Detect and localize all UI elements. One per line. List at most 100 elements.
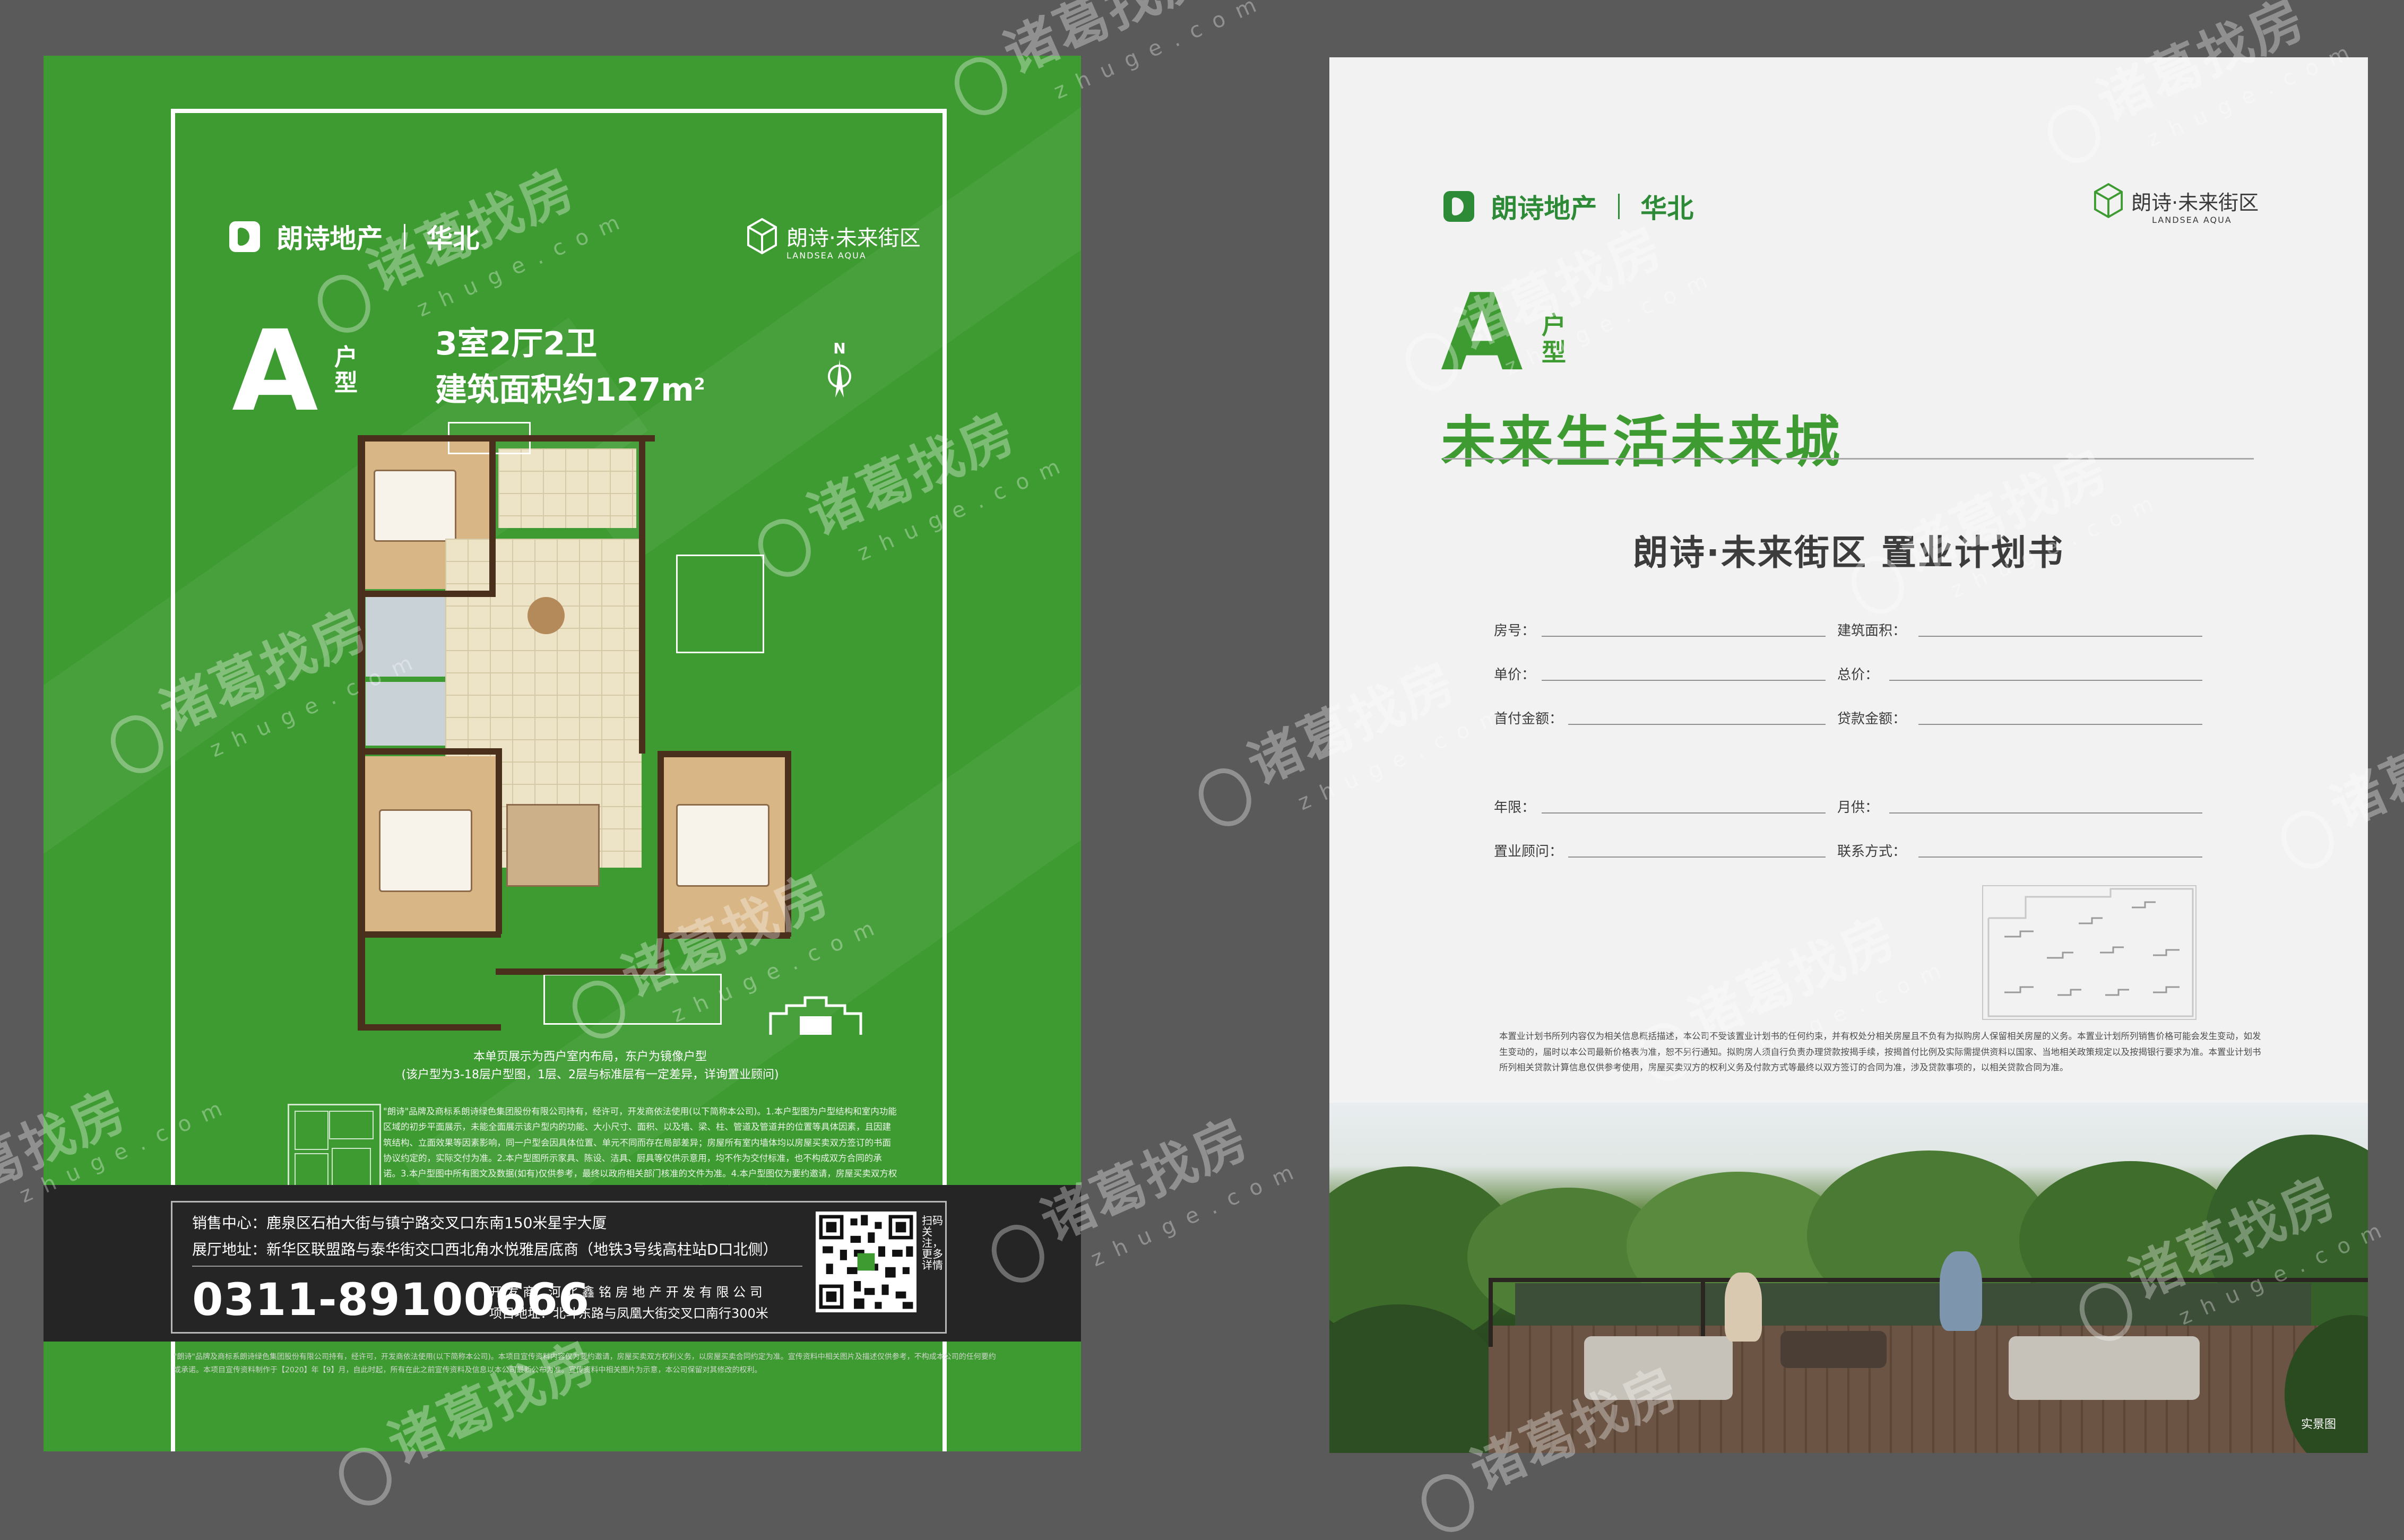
landsea-logo-icon xyxy=(1443,191,1474,222)
wall xyxy=(496,748,502,934)
field-total-price[interactable] xyxy=(1889,680,2202,681)
field-consultant[interactable] xyxy=(1568,856,1826,858)
project-name: 朗诗·未来街区 xyxy=(786,226,921,250)
dining-table xyxy=(528,597,565,634)
wall xyxy=(658,932,790,939)
railing-post xyxy=(1489,1278,1493,1347)
qr-caption: 扫码关注，更多详情 xyxy=(922,1214,943,1271)
floor-area: 建筑面积约127m xyxy=(435,371,694,409)
field-label-floor-area: 建筑面积： xyxy=(1837,623,1907,639)
balcony-south xyxy=(543,974,722,1025)
field-monthly-payment[interactable] xyxy=(1889,812,2202,814)
wall xyxy=(658,751,790,757)
watermark-domain: zhuge.com xyxy=(1087,1155,1309,1271)
building-position-icon xyxy=(769,996,862,1035)
wall xyxy=(489,435,496,594)
brand-logo: 朗诗地产 华北 xyxy=(1443,187,1693,226)
field-label-total-price: 总价： xyxy=(1837,667,1879,683)
field-floor-area[interactable] xyxy=(1918,636,2202,637)
brand-name: 朗诗地产 xyxy=(1491,193,1597,224)
purchase-plan-flyer: 朗诗地产 华北 朗诗·未来街区 LANDSEA AQUA A 户型 未来生活未来… xyxy=(1329,57,2368,1453)
project-english-name: LANDSEA AQUA xyxy=(2152,215,2232,225)
bathroom xyxy=(366,682,445,746)
field-label-monthly-payment: 月供： xyxy=(1837,800,1879,816)
bed xyxy=(676,804,769,887)
watermark-logo-icon xyxy=(1190,760,1260,835)
legal-footer: "朗诗"品牌及商标系朗诗绿色集团股份有限公司持有，经许可，开发商依法使用(以下简… xyxy=(174,1353,996,1374)
area-unit-superscript: 2 xyxy=(694,375,705,394)
lake xyxy=(1515,1283,2311,1331)
outdoor-sofa xyxy=(1584,1336,1733,1400)
project-name: 朗诗·未来街区 xyxy=(2131,191,2259,214)
foreground-shrub xyxy=(1329,1304,1510,1453)
region-name: 华北 xyxy=(426,223,480,254)
room-count: 3室2厅2卫 xyxy=(435,325,598,362)
photo-tag: 实景图 xyxy=(2301,1418,2336,1431)
project-logo: 朗诗·未来街区 LANDSEA AQUA xyxy=(2094,182,2259,225)
kitchen xyxy=(498,448,636,528)
compass-icon xyxy=(828,359,851,397)
sales-center-address: 销售中心：鹿泉区石柏大街与镇宁路交叉口东南150米星宇大厦 xyxy=(192,1214,607,1232)
unit-spec: 3室2厅2卫 建筑面积约127m2 xyxy=(435,321,705,413)
mini-room xyxy=(329,1111,374,1139)
person xyxy=(1725,1273,1762,1342)
watermark-logo-icon xyxy=(1413,1466,1483,1540)
wall xyxy=(358,435,655,442)
wall xyxy=(785,751,791,937)
cube-icon xyxy=(747,218,777,255)
field-label-loan-amount: 贷款金额： xyxy=(1837,711,1907,727)
unit-letter: A xyxy=(1441,271,1523,395)
divider xyxy=(1443,458,2254,460)
wall xyxy=(658,751,664,974)
qr-code-icon[interactable] xyxy=(816,1212,916,1312)
landsea-logo-icon xyxy=(229,221,260,252)
coffee-table xyxy=(1780,1331,1887,1368)
floor-plan-flyer: 朗诗地产 华北 朗诗·未来街区 LANDSEA AQUA A 户型 3室2厅2卫… xyxy=(44,56,1081,1451)
divider xyxy=(1618,194,1620,219)
floor-plan-note: 本单页展示为西户室内布局，东户为镜像户型 (该户型为3-18层户型图，1层、2层… xyxy=(351,1048,829,1084)
outdoor-sofa xyxy=(2009,1336,2200,1400)
field-loan-term[interactable] xyxy=(1542,812,1826,814)
mini-room xyxy=(295,1111,328,1150)
project-logo: 朗诗·未来街区 LANDSEA AQUA xyxy=(747,218,921,261)
sofa-set xyxy=(506,804,600,887)
field-label-room-no: 房号： xyxy=(1494,623,1536,639)
field-loan-amount[interactable] xyxy=(1918,724,2202,725)
wall xyxy=(358,748,501,755)
unit-type-label: 户型 xyxy=(1542,311,1566,367)
field-down-payment[interactable] xyxy=(1568,724,1826,725)
field-label-down-payment: 首付金额： xyxy=(1494,711,1563,727)
project-english-name: LANDSEA AQUA xyxy=(786,250,867,261)
project-address: 项目地址：北斗东路与凤凰大街交叉口南行300米 xyxy=(489,1306,768,1321)
plan-disclaimer: 本置业计划书所列内容仅为相关信息概括描述，本公司不受该置业计划书的任何约束，并有… xyxy=(1499,1031,2261,1073)
railing-post xyxy=(1701,1278,1705,1336)
wall xyxy=(496,968,665,975)
unit-letter: A xyxy=(232,306,318,436)
bed xyxy=(374,470,456,542)
field-contact[interactable] xyxy=(1918,856,2202,858)
developer-name: 开 发 商：河 北 鑫 铭 房 地 产 开 发 有 限 公 司 xyxy=(489,1285,763,1300)
field-label-consultant: 置业顾问： xyxy=(1494,844,1563,860)
plan-note-line: 本单页展示为西户室内布局，东户为镜像户型 xyxy=(473,1050,707,1063)
lakeside-terrace-photo: 实景图 xyxy=(1329,1103,2368,1453)
divider xyxy=(403,224,405,249)
brand-logo: 朗诗地产 华北 xyxy=(229,218,479,256)
railing xyxy=(1489,1278,2368,1282)
floor-plan-drawing xyxy=(352,422,809,1043)
wall xyxy=(358,1024,501,1031)
watermark-domain: zhuge.com xyxy=(1050,0,1272,104)
field-room-no[interactable] xyxy=(1542,636,1826,637)
field-label-contact: 联系方式： xyxy=(1837,844,1907,860)
north-label: N xyxy=(833,340,846,357)
field-label-loan-term: 年限： xyxy=(1494,800,1536,816)
showroom-address: 展厅地址：新华区联盟路与泰华街交口西北角水悦雅居底商（地铁3号线高柱站D口北侧） xyxy=(192,1241,778,1258)
form-title: 朗诗·未来街区 置业计划书 xyxy=(1632,532,2065,573)
slogan: 未来生活未来城 xyxy=(1441,410,1843,474)
region-name: 华北 xyxy=(1640,193,1694,224)
cube-icon xyxy=(2094,183,2123,219)
disclaimer-text: "朗诗"品牌及商标系朗诗绿色集团股份有限公司持有，经许可，开发商依法使用(以下简… xyxy=(383,1106,897,1195)
bathroom xyxy=(366,597,445,677)
field-unit-price[interactable] xyxy=(1542,680,1826,681)
wall xyxy=(358,591,496,597)
field-label-unit-price: 单价： xyxy=(1494,667,1536,683)
